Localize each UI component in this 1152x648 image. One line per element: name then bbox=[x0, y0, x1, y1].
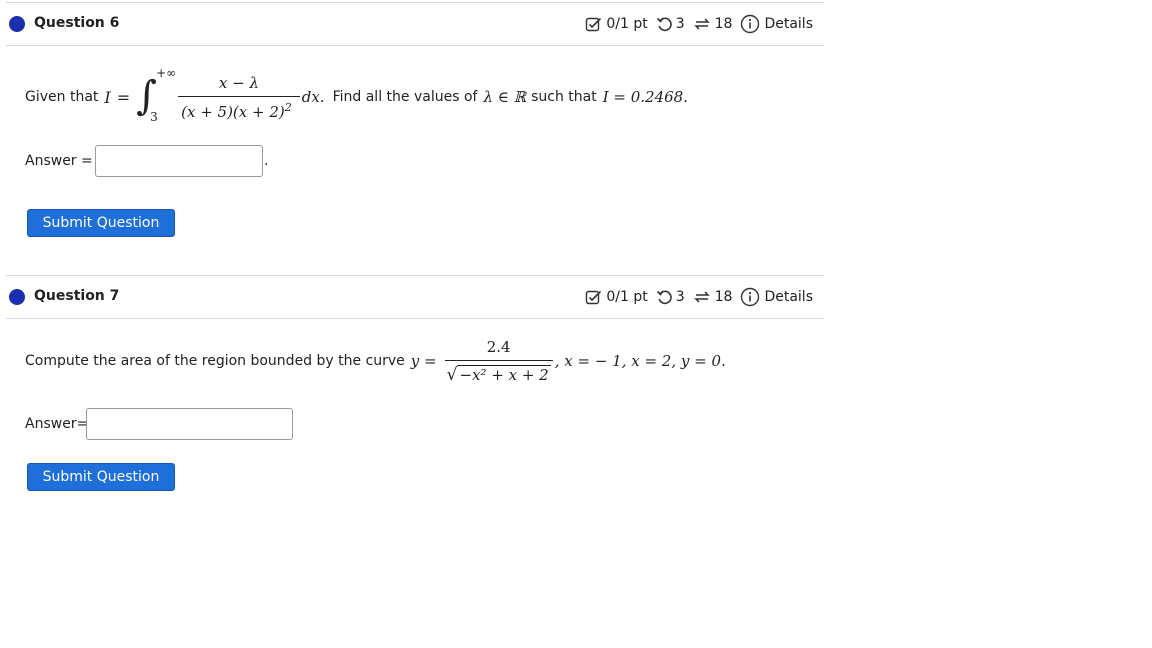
details-label: Details bbox=[764, 289, 813, 305]
integrand-denominator: (x + 5)(x + 2)2 bbox=[178, 95, 300, 121]
condition: I = 0.2468. bbox=[602, 88, 688, 106]
curve-fraction: 2.4 √ −x² + x + 2 bbox=[444, 337, 553, 385]
versions-label: 18 bbox=[714, 289, 733, 305]
equals-sign: = bbox=[116, 87, 131, 107]
differential: dx. bbox=[301, 88, 325, 106]
question-prompt: Compute the area of the region bounded b… bbox=[25, 333, 726, 389]
upper-limit: +∞ bbox=[156, 66, 177, 80]
versions-label: 18 bbox=[714, 16, 733, 32]
integral: ∫ +∞ 3 bbox=[136, 66, 176, 128]
versions-icon bbox=[693, 291, 710, 303]
info-icon bbox=[741, 14, 760, 34]
score-label: 0/1 pt bbox=[606, 289, 648, 305]
denominator-base: (x + 5)(x + 2) bbox=[181, 102, 285, 121]
answer-input[interactable] bbox=[86, 408, 293, 440]
attempts-label: 3 bbox=[675, 289, 685, 305]
prompt-prefix: Compute the area of the region bounded b… bbox=[25, 353, 405, 369]
score: 0/1 pt bbox=[585, 289, 648, 306]
curve-lhs: y = bbox=[410, 352, 437, 370]
retry-icon bbox=[656, 290, 672, 305]
question-header: Question 6 0/1 pt 3 18 Details bbox=[6, 2, 824, 46]
radicand: −x² + x + 2 bbox=[457, 364, 551, 384]
answer-input[interactable] bbox=[95, 145, 263, 177]
attempts: 3 bbox=[656, 289, 685, 305]
submit-question-button[interactable]: Submit Question bbox=[27, 209, 175, 237]
sqrt-sign: √ bbox=[446, 364, 458, 385]
prompt-middle-2: such that bbox=[531, 89, 597, 105]
prompt-middle: Find all the values of bbox=[332, 89, 478, 105]
versions-icon bbox=[693, 18, 710, 30]
integrand-fraction: x − λ (x + 5)(x + 2)2 bbox=[178, 74, 300, 121]
curve-numerator: 2.4 bbox=[486, 337, 511, 356]
attempts: 3 bbox=[656, 16, 685, 32]
question-meta: 0/1 pt 3 18 Details bbox=[585, 13, 813, 35]
versions: 18 bbox=[693, 288, 733, 306]
integral-var: I bbox=[104, 87, 111, 107]
details-label: Details bbox=[764, 16, 813, 32]
question-title: Question 7 bbox=[34, 288, 120, 304]
lower-limit: 3 bbox=[150, 110, 158, 124]
question-prompt: Given that I = ∫ +∞ 3 x − λ (x + 5)(x + … bbox=[25, 64, 688, 130]
retry-icon bbox=[656, 17, 672, 32]
details-link[interactable]: Details bbox=[740, 14, 813, 34]
checkbox-icon bbox=[586, 290, 602, 304]
question-status-dot bbox=[9, 16, 25, 32]
curve-denominator: √ −x² + x + 2 bbox=[444, 359, 553, 385]
info-icon bbox=[741, 287, 760, 307]
attempts-label: 3 bbox=[675, 16, 685, 32]
denominator-exponent: 2 bbox=[284, 100, 292, 114]
question-header: Question 7 0/1 pt 3 18 Details bbox=[6, 275, 824, 319]
answer-label: Answer = bbox=[25, 153, 93, 169]
submit-question-button[interactable]: Submit Question bbox=[27, 463, 175, 491]
lambda-in-reals: λ ∈ ℝ bbox=[483, 88, 527, 106]
score-label: 0/1 pt bbox=[606, 16, 648, 32]
versions: 18 bbox=[693, 15, 733, 33]
details-link[interactable]: Details bbox=[740, 287, 813, 307]
score: 0/1 pt bbox=[585, 16, 648, 33]
question-status-dot bbox=[9, 289, 25, 305]
answer-label: Answer= bbox=[25, 416, 89, 432]
prompt-prefix: Given that bbox=[25, 89, 99, 105]
checkbox-icon bbox=[586, 17, 602, 31]
integrand-numerator: x − λ bbox=[218, 73, 259, 92]
region-bounds: , x = − 1, x = 2, y = 0. bbox=[554, 352, 726, 370]
question-meta: 0/1 pt 3 18 Details bbox=[585, 286, 813, 308]
answer-suffix: . bbox=[264, 153, 269, 169]
question-title: Question 6 bbox=[34, 15, 120, 31]
